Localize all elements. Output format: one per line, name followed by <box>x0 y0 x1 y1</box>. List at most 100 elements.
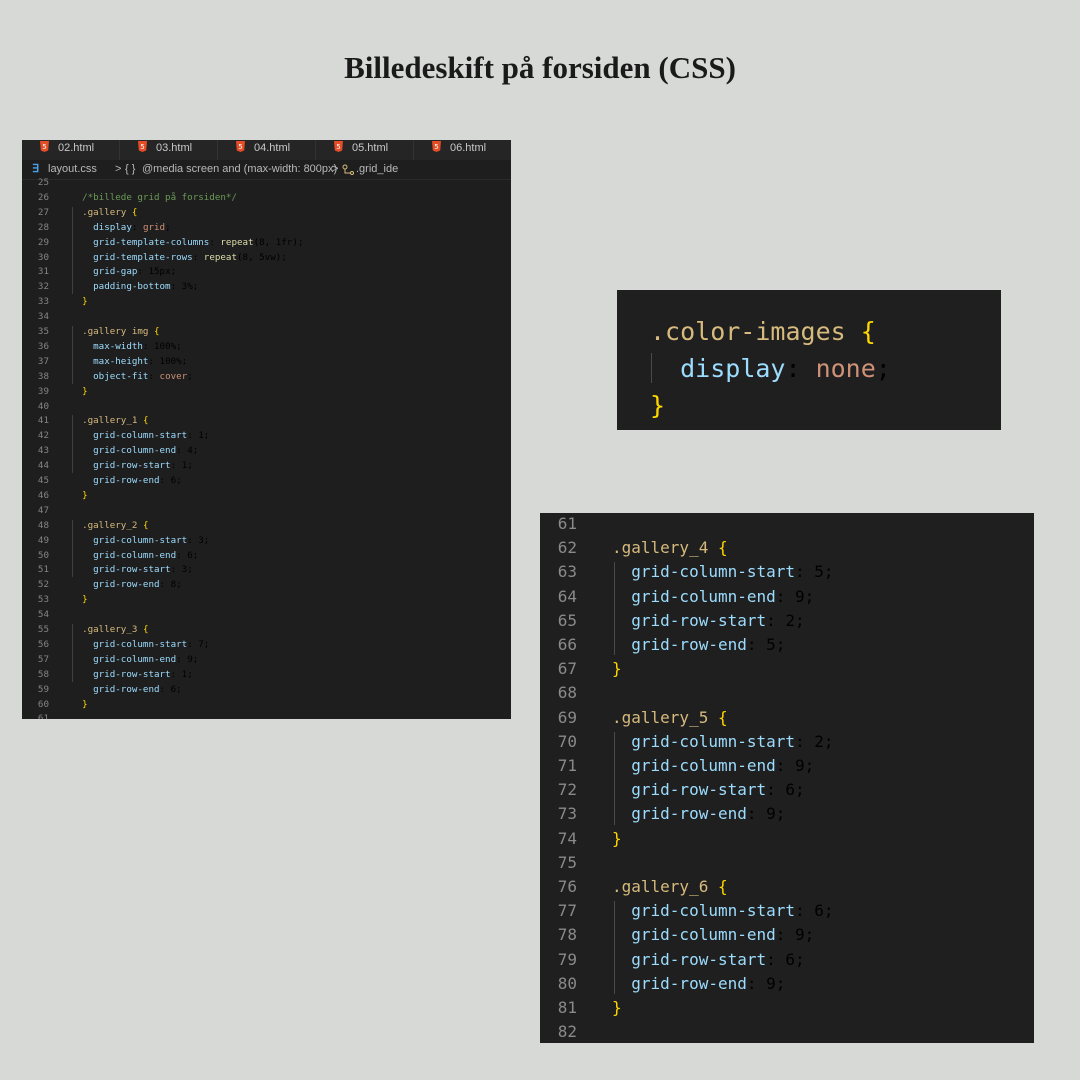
code-line: display: none; <box>650 354 891 384</box>
line-number: 66 <box>557 635 577 654</box>
svg-text:5: 5 <box>336 143 340 151</box>
code-token-prop: object-fit <box>93 370 149 382</box>
code-token-prop: grid-column-end <box>631 925 776 945</box>
code-token-prop: grid-template-columns <box>93 236 210 248</box>
tab-04-html[interactable]: 5 04.html <box>218 140 316 160</box>
line-number: 53 <box>37 594 49 606</box>
tab-02-html[interactable]: 5 02.html <box>22 140 120 160</box>
svg-text:5: 5 <box>42 143 46 151</box>
svg-text:5: 5 <box>434 143 438 151</box>
line-number: 34 <box>37 311 49 323</box>
line-number: 39 <box>37 385 49 397</box>
line-number: 62 <box>557 538 577 558</box>
code-line: 42 grid-column-start: 1; <box>22 429 511 443</box>
code-token: (8, 5vw); <box>237 251 287 263</box>
code-line: 52 grid-row-end: 8; <box>22 578 511 592</box>
code-line: 43 grid-column-end: 4; <box>22 444 511 458</box>
tab-05-html[interactable]: 5 05.html <box>316 140 414 160</box>
code-text: grid-column-end: 9; <box>612 923 814 947</box>
code-line: 82 <box>540 1020 1034 1043</box>
code-token: (8, 1fr); <box>253 236 304 248</box>
code-text: grid-gap: 15px; <box>71 265 176 279</box>
code-token: : 6; <box>176 549 199 561</box>
code-text: .gallery_3 { <box>71 623 148 637</box>
code-token-prop: grid-row-start <box>631 949 767 969</box>
code-token-prop: grid-column-start <box>631 562 796 582</box>
code-token: : <box>148 370 160 382</box>
code-line: 39 } <box>22 385 511 399</box>
code-line: 30 grid-template-rows: repeat(8, 5vw); <box>22 251 511 265</box>
code-line: 31 grid-gap: 15px; <box>22 265 511 279</box>
code-line: 47 <box>22 504 511 518</box>
code-text: grid-row-start: 1; <box>71 459 193 473</box>
code-text: max-width: 100%; <box>71 340 182 354</box>
selector-icon <box>342 164 354 175</box>
line-number: 75 <box>557 852 577 872</box>
code-line: 75 <box>540 851 1034 875</box>
code-text: .gallery_2 { <box>71 519 148 533</box>
html-file-icon: 5 <box>334 141 343 152</box>
code-text: grid-column-start: 7; <box>71 638 209 652</box>
tab-label: 03.html <box>156 142 193 154</box>
code-token-prop: grid-row-end <box>93 475 160 486</box>
code-token-sel: .gallery_5 <box>612 707 709 727</box>
line-number: 38 <box>37 370 49 382</box>
code-line: 67} <box>540 657 1034 681</box>
code-line: 68 <box>540 681 1034 705</box>
line-number: 44 <box>37 460 49 472</box>
line-number: 74 <box>557 828 577 848</box>
code-token-brace: } <box>612 659 622 679</box>
line-number: 46 <box>37 489 49 501</box>
code-token: : 9; <box>775 586 815 606</box>
line-number: 47 <box>37 504 49 516</box>
code-token-prop: grid-column-start <box>93 430 188 442</box>
code-text: display: grid; <box>71 221 171 235</box>
code-token: : 1; <box>170 668 193 680</box>
html-file-icon: 5 <box>432 141 441 152</box>
code-line: 37 max-height: 100%; <box>22 355 511 369</box>
code-text: .gallery { <box>71 206 137 220</box>
line-number: 55 <box>37 624 49 635</box>
code-text: grid-column-end: 6; <box>71 549 198 563</box>
code-token: : 3; <box>170 564 193 576</box>
indent-guide <box>614 562 615 656</box>
svg-text:5: 5 <box>140 143 144 151</box>
code-token-prop: max-height <box>93 355 149 367</box>
indent-guide <box>72 326 73 384</box>
code-token-brace: } <box>612 828 622 848</box>
indent-guide <box>72 624 73 682</box>
code-text: grid-column-end: 9; <box>612 585 814 609</box>
code-text: } <box>612 657 622 681</box>
code-text: grid-row-end: 9; <box>612 802 785 826</box>
code-text: grid-row-start: 6; <box>612 778 804 802</box>
code-line: 29 grid-template-columns: repeat(8, 1fr)… <box>22 236 511 250</box>
line-number: 30 <box>37 251 49 263</box>
indent-guide <box>72 206 73 295</box>
tab-03-html[interactable]: 5 03.html <box>120 140 218 160</box>
svg-text:5: 5 <box>238 143 242 151</box>
line-number: 41 <box>37 415 49 427</box>
line-number: 33 <box>37 296 49 308</box>
code-line: 46 } <box>22 489 511 503</box>
code-text: grid-row-start: 1; <box>71 668 193 682</box>
code-line: 50 grid-column-end: 6; <box>22 549 511 563</box>
indent-guide <box>614 731 615 825</box>
code-token-prop: grid-column-start <box>93 638 188 650</box>
code-text: grid-template-rows: repeat(8, 5vw); <box>71 251 287 265</box>
code-token-prop: grid-column-end <box>93 653 177 665</box>
line-number: 43 <box>37 445 49 457</box>
code-line: 25 <box>22 176 511 190</box>
indent-guide <box>72 415 73 473</box>
code-text: } <box>71 698 88 712</box>
code-token-brace: } <box>82 296 88 308</box>
line-number: 58 <box>37 668 49 680</box>
tab-06-html[interactable]: 5 06.html <box>414 140 511 160</box>
